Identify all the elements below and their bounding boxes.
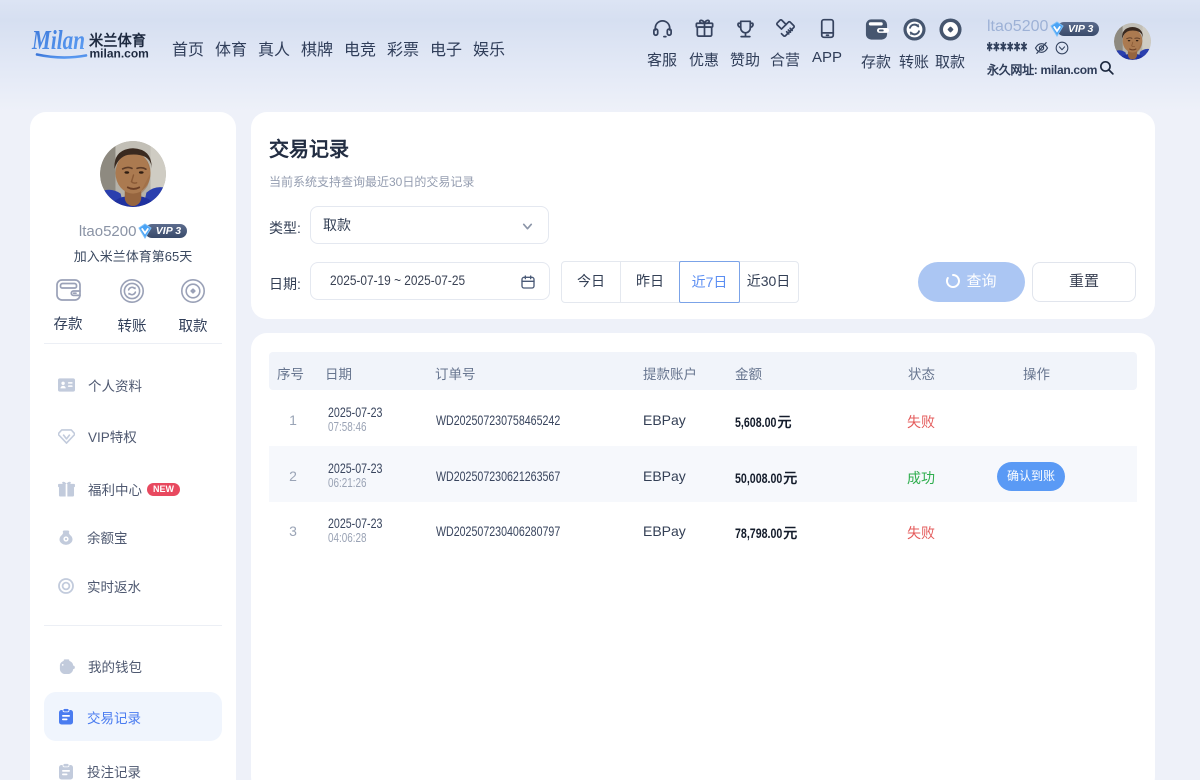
svg-text:milan.com: milan.com (90, 47, 149, 61)
svg-text:Milan: Milan (31, 25, 85, 55)
